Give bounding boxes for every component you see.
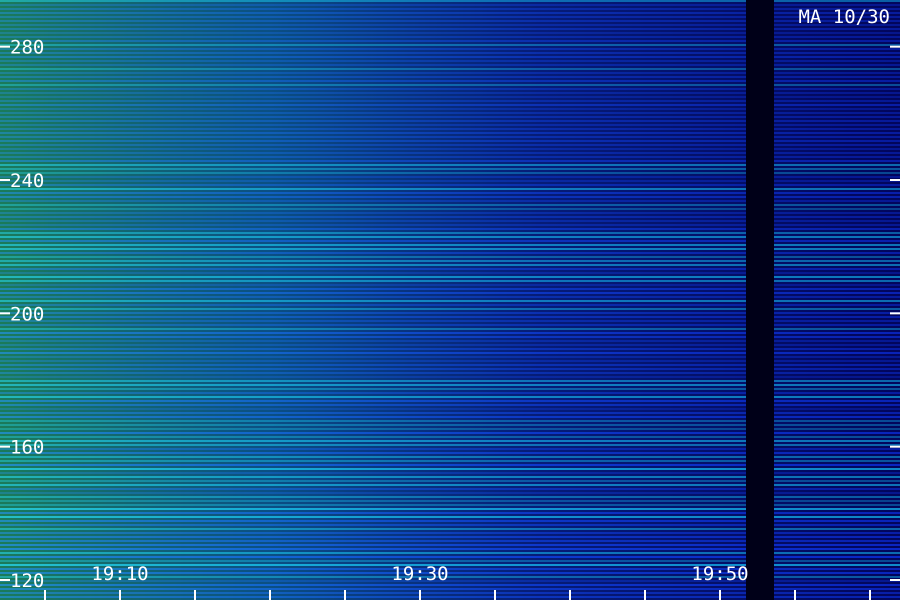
y-tick-label: 200 [10, 303, 44, 325]
spectrogram-chart: 120 160 200 240 280 19:10 19:30 19:50 MA 10/30 [0, 0, 900, 600]
data-gap-band [746, 0, 774, 600]
y-tick-label: 120 [10, 570, 44, 592]
x-tick-label: 19:10 [91, 563, 148, 585]
y-tick-label: 240 [10, 170, 44, 192]
y-tick-label: 160 [10, 437, 44, 459]
x-tick-label: 19:50 [691, 563, 748, 585]
x-tick-label: 19:30 [391, 563, 448, 585]
y-tick-label: 280 [10, 37, 44, 59]
chart-title: MA 10/30 [798, 6, 890, 28]
